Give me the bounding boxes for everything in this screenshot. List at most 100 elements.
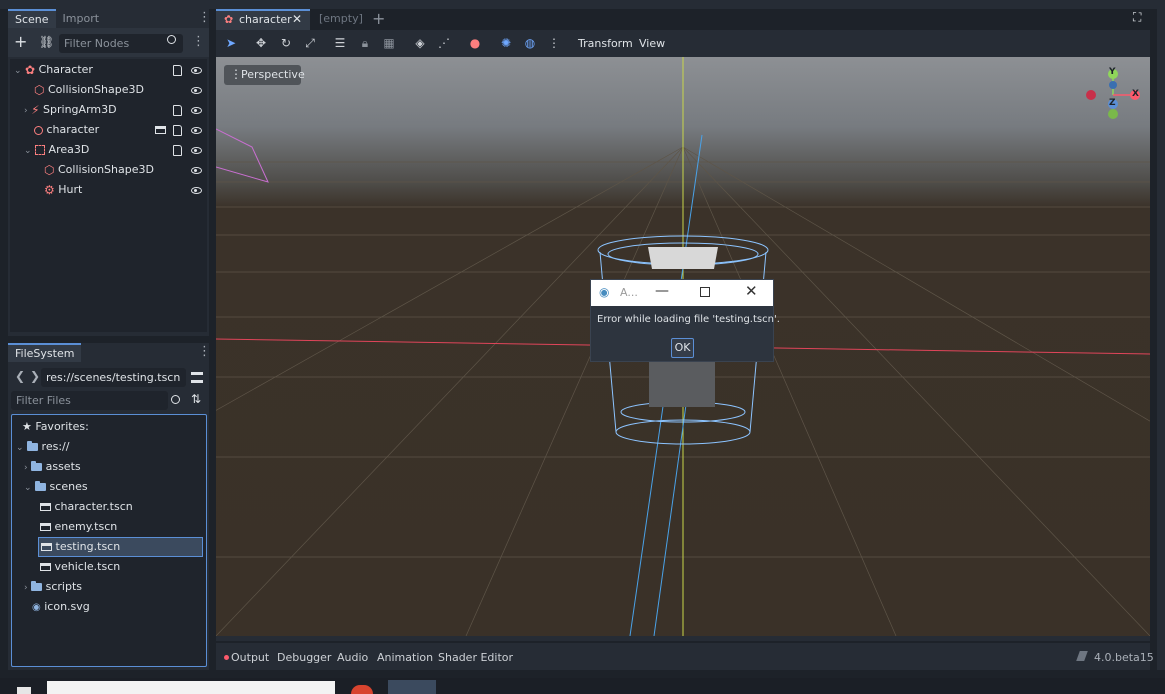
- collapse-arrow-icon[interactable]: ⌄: [16, 443, 24, 453]
- fs-file-character[interactable]: character.tscn: [40, 497, 133, 517]
- open-scene-icon[interactable]: [155, 126, 166, 134]
- tree-node-label: SpringArm3D: [43, 103, 117, 116]
- browser-app-icon[interactable]: [351, 685, 373, 694]
- taskbar-search-box[interactable]: [47, 681, 335, 694]
- godot-logo-icon: ◉: [599, 285, 610, 299]
- error-dialog: ◉ A... — ✕ Error while loading file 'tes…: [590, 279, 780, 362]
- lock-icon[interactable]: 🔒︎: [356, 34, 374, 52]
- tree-node-collisionshape3d-2[interactable]: ⬡ CollisionShape3D: [44, 160, 154, 180]
- nav-forward-icon[interactable]: ❯: [30, 369, 40, 383]
- ok-button[interactable]: OK: [671, 338, 694, 358]
- tab-empty[interactable]: [empty]: [319, 12, 363, 25]
- tab-import[interactable]: Import: [56, 9, 107, 28]
- tab-filesystem[interactable]: FileSystem: [8, 343, 82, 362]
- gizmo-neg-x-circle: [1086, 90, 1096, 100]
- visibility-eye-icon[interactable]: [191, 167, 202, 174]
- transform-menu[interactable]: Transform: [578, 37, 633, 50]
- close-icon[interactable]: ✕: [745, 282, 758, 300]
- tab-animation[interactable]: Animation: [377, 651, 433, 665]
- tab-output[interactable]: Output: [231, 651, 269, 665]
- script-icon[interactable]: [173, 65, 182, 76]
- tab-audio[interactable]: Audio: [337, 651, 368, 665]
- script-icon[interactable]: [173, 125, 182, 136]
- hurt-node-icon: ⚙: [44, 183, 55, 197]
- expand-arrow-icon[interactable]: ›: [24, 106, 28, 116]
- split-mode-icon[interactable]: [191, 372, 203, 383]
- tree-node-collisionshape3d[interactable]: ⬡ CollisionShape3D: [34, 80, 144, 100]
- collapse-arrow-icon[interactable]: ⌄: [24, 146, 32, 156]
- move-mode-icon[interactable]: ✥: [252, 34, 270, 52]
- expand-arrow-icon[interactable]: ›: [24, 583, 28, 593]
- distraction-free-icon[interactable]: ⛶: [1133, 10, 1141, 25]
- fs-file-enemy[interactable]: enemy.tscn: [40, 517, 117, 537]
- minimize-icon[interactable]: —: [655, 283, 669, 299]
- sort-icon[interactable]: ⇅: [191, 392, 201, 406]
- folder-icon: [27, 441, 39, 451]
- environment-icon[interactable]: ◍: [521, 34, 539, 52]
- fs-folder-scenes[interactable]: ⌄ scenes: [24, 477, 88, 497]
- nav-back-icon[interactable]: ❮: [15, 369, 25, 383]
- fs-item-label: scripts: [45, 580, 82, 593]
- visibility-eye-icon[interactable]: [191, 127, 202, 134]
- view-menu[interactable]: View: [639, 37, 665, 50]
- fs-item-label: character.tscn: [54, 500, 133, 513]
- output-error-dot: [224, 655, 229, 660]
- fs-folder-scripts[interactable]: › scripts: [24, 577, 82, 597]
- link-icon[interactable]: ⛓: [39, 32, 54, 52]
- add-tab-icon[interactable]: +: [372, 9, 385, 28]
- perspective-button[interactable]: ⋮ Perspective: [224, 65, 305, 85]
- scene-options-icon[interactable]: ⋮: [192, 35, 205, 48]
- visibility-eye-icon[interactable]: [191, 107, 202, 114]
- script-icon[interactable]: [173, 145, 182, 156]
- script-icon[interactable]: [173, 105, 182, 116]
- scene-file-icon: [40, 563, 51, 571]
- collapse-arrow-icon[interactable]: ⌄: [24, 483, 32, 493]
- snap-icon[interactable]: ⋰: [435, 34, 453, 52]
- visibility-eye-icon[interactable]: [191, 187, 202, 194]
- list-select-icon[interactable]: ☰: [331, 34, 349, 52]
- fs-file-icon-svg[interactable]: ◉ icon.svg: [32, 597, 90, 617]
- fs-folder-res[interactable]: ⌄ res://: [16, 437, 69, 457]
- fs-file-vehicle[interactable]: vehicle.tscn: [40, 557, 120, 577]
- visibility-eye-icon[interactable]: [191, 147, 202, 154]
- filesystem-menu-icon[interactable]: ⋮: [198, 345, 211, 358]
- scene-tab-icon: ✿: [224, 13, 234, 26]
- sun-icon[interactable]: ✺: [497, 34, 515, 52]
- perspective-label: Perspective: [241, 68, 305, 81]
- fs-folder-assets[interactable]: › assets: [24, 457, 81, 477]
- scene-file-icon: [40, 503, 51, 511]
- rotate-mode-icon[interactable]: ↻: [277, 34, 295, 52]
- godot-app-icon[interactable]: [388, 680, 436, 694]
- more-options-icon[interactable]: ⋮: [545, 34, 563, 52]
- tab-debugger[interactable]: Debugger: [277, 651, 331, 665]
- grid-line: [216, 146, 684, 636]
- favorites-item[interactable]: ★ Favorites:: [22, 417, 89, 437]
- group-icon[interactable]: ▦: [380, 34, 398, 52]
- folder-icon: [31, 581, 43, 591]
- expand-arrow-icon[interactable]: ›: [24, 463, 28, 473]
- visibility-eye-icon[interactable]: [191, 87, 202, 94]
- collapse-arrow-icon[interactable]: ⌄: [14, 66, 22, 76]
- camera-icon[interactable]: ●: [466, 34, 484, 52]
- tree-node-character-instance[interactable]: character: [34, 120, 99, 140]
- maximize-icon[interactable]: [700, 287, 710, 297]
- tree-node-area3d[interactable]: ⌄ Area3D: [24, 140, 89, 160]
- filter-nodes-input[interactable]: Filter Nodes: [59, 34, 183, 53]
- axis-gizmo[interactable]: Y Z X: [1084, 67, 1144, 127]
- visibility-eye-icon[interactable]: [191, 67, 202, 74]
- scene-dock-menu-icon[interactable]: ⋮: [198, 11, 211, 24]
- tab-shader-editor[interactable]: Shader Editor: [438, 651, 513, 665]
- close-icon[interactable]: ✕: [292, 12, 302, 26]
- add-node-icon[interactable]: +: [14, 32, 27, 52]
- tree-node-springarm3d[interactable]: › ⚡ SpringArm3D: [24, 100, 117, 120]
- tree-node-hurt[interactable]: ⚙ Hurt: [44, 180, 82, 200]
- tab-scene[interactable]: Scene: [8, 9, 56, 28]
- select-mode-icon[interactable]: ➤: [222, 34, 240, 52]
- tab-character[interactable]: ✿ character ✕: [216, 9, 310, 30]
- local-space-icon[interactable]: ◈: [411, 34, 429, 52]
- scale-mode-icon[interactable]: ⤢: [301, 34, 319, 52]
- path-input[interactable]: res://scenes/testing.tscn: [41, 368, 186, 387]
- start-icon[interactable]: [17, 687, 31, 694]
- fs-file-testing-selected[interactable]: testing.tscn: [38, 537, 203, 557]
- filter-files-input[interactable]: Filter Files: [11, 391, 168, 410]
